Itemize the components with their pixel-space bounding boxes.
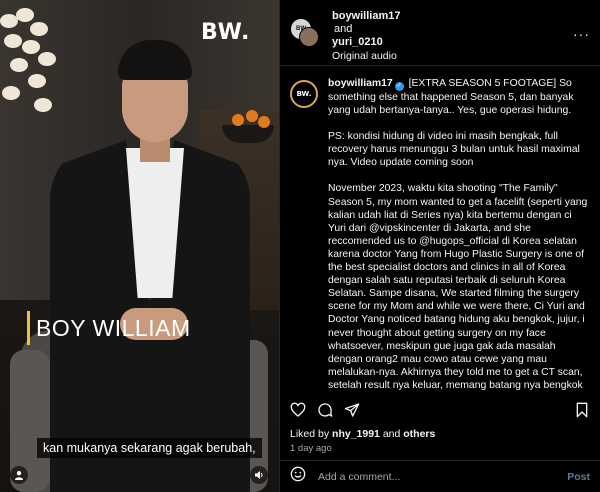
comment-icon[interactable] [317,402,333,418]
username-link[interactable]: yuri_0210 [332,36,400,49]
instagram-post-window: BW. BOY WILLIAM kan mukanya sekarang aga… [0,0,600,492]
channel-logo: BW. [201,20,251,45]
audio-label[interactable]: Original audio [332,50,400,63]
avatar[interactable] [299,27,319,47]
tagged-users-button[interactable] [10,466,28,484]
collab-avatars[interactable]: BW [290,18,320,48]
caption-scroll-area[interactable]: BW. boywilliam17 ✓ [EXTRA SEASON 5 FOOTAG… [280,67,600,392]
emoji-icon [290,466,306,482]
video-player[interactable]: BW. BOY WILLIAM kan mukanya sekarang aga… [0,0,279,492]
caption-paragraph: PS: kondisi hidung di video ini masih be… [328,131,580,169]
person-figure [40,40,250,492]
mute-button[interactable] [250,466,268,484]
caption-text: boywilliam17 ✓ [EXTRA SEASON 5 FOOTAGE] S… [328,77,591,392]
volume-icon [255,471,263,479]
emoji-button[interactable] [290,466,306,487]
action-bar [290,398,590,422]
comment-input[interactable]: Add a comment... [318,471,567,483]
likes-summary: Liked by nhy_1991 and others [290,428,435,440]
verified-badge-icon: ✓ [394,82,404,91]
post-timestamp[interactable]: 1 day ago [290,443,332,454]
username-link[interactable]: nhy_1991 [332,428,380,440]
post-caption: BW. boywilliam17 ✓ [EXTRA SEASON 5 FOOTAG… [290,77,591,392]
liked-by-label: Liked by [290,428,333,440]
orange [258,116,270,128]
caption-paragraph: November 2023, waktu kita shooting "The … [328,183,588,391]
name-accent-bar [27,311,30,345]
collab-names: boywilliam17 and yuri_0210 Original audi… [332,10,400,65]
heart-icon[interactable] [290,402,306,418]
avatar[interactable]: BW. [290,80,318,108]
post-header: BW boywilliam17 and yuri_0210 Original a… [280,0,600,66]
bookmark-icon[interactable] [574,402,590,418]
post-comment-button[interactable]: Post [567,471,590,483]
others-link[interactable]: others [403,428,435,440]
and-label: and [379,428,404,440]
share-icon[interactable] [344,402,360,418]
video-subtitle: kan mukanya sekarang agak berubah, [37,438,262,458]
username-link[interactable]: boywilliam17 [332,10,400,23]
and-label: and [334,23,353,35]
orange [246,110,258,122]
lower-third-name: BOY WILLIAM [27,311,191,345]
name-tag-text: BOY WILLIAM [36,314,191,341]
more-options-button[interactable]: ··· [573,26,590,42]
post-details-panel: BW boywilliam17 and yuri_0210 Original a… [279,0,600,492]
username-link[interactable]: boywilliam17 [328,78,393,89]
comment-composer: Add a comment... Post [280,460,600,492]
user-icon [15,471,23,480]
